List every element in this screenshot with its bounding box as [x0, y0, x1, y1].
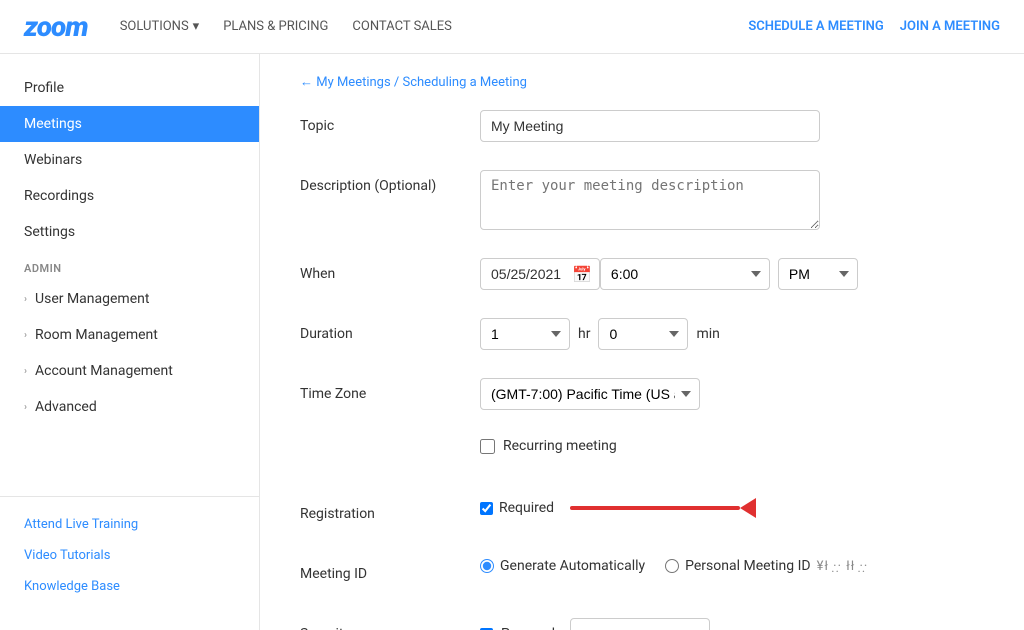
knowledge-base-link[interactable]: Knowledge Base [0, 571, 259, 602]
timezone-label: Time Zone [300, 378, 480, 402]
sidebar-item-recordings[interactable]: Recordings [0, 178, 259, 214]
sidebar-user-management[interactable]: › User Management [0, 281, 259, 317]
reg-required-group: Required [480, 500, 554, 516]
schedule-meeting-button[interactable]: SCHEDULE A MEETING [748, 19, 883, 34]
personal-id-masked: ¥ł ·̣·̣ łł ·̣·̣ [817, 559, 869, 574]
chevron-right-icon: › [24, 366, 27, 377]
calendar-icon[interactable]: 📅 [572, 265, 592, 284]
registration-required-checkbox[interactable] [480, 502, 493, 515]
chevron-right-icon: › [24, 294, 27, 305]
chevron-down-icon: ▾ [193, 19, 200, 34]
when-control: 📅 6:006:156:306:45 AMPM [480, 258, 984, 290]
red-arrow-annotation [570, 498, 770, 518]
personal-meeting-radio[interactable] [665, 559, 679, 573]
admin-section-label: ADMIN [0, 250, 259, 281]
registration-group: Required [480, 498, 984, 518]
min-label: min [696, 326, 719, 342]
registration-required-label[interactable]: Required [499, 500, 554, 516]
when-group: 📅 6:006:156:306:45 AMPM [480, 258, 984, 290]
passcode-label[interactable]: Passcode [501, 626, 562, 630]
description-control [480, 170, 984, 234]
timezone-control: (GMT-7:00) Pacific Time (US an [480, 378, 984, 410]
duration-group: 0123 hr 0153045 min [480, 318, 984, 350]
duration-row: Duration 0123 hr 0153045 min [300, 318, 984, 354]
arrow-head [740, 498, 756, 518]
duration-control: 0123 hr 0153045 min [480, 318, 984, 350]
recurring-row: Recurring meeting [300, 438, 984, 474]
arrow-line [570, 506, 740, 510]
meeting-id-group: Generate Automatically Personal Meeting … [480, 558, 984, 574]
breadcrumb[interactable]: ← My Meetings / Scheduling a Meeting [300, 74, 984, 90]
time-select[interactable]: 6:006:156:306:45 [600, 258, 770, 290]
topic-row: Topic [300, 110, 984, 146]
when-label: When [300, 258, 480, 282]
recurring-checkbox[interactable] [480, 439, 495, 454]
description-textarea[interactable] [480, 170, 820, 230]
recurring-group: Recurring meeting [480, 438, 984, 454]
join-meeting-button[interactable]: JOIN A MEETING [900, 19, 1000, 34]
security-row: Security Passcode Only users who have th… [300, 618, 984, 630]
sidebar-room-management[interactable]: › Room Management [0, 317, 259, 353]
topic-control [480, 110, 984, 142]
chevron-right-icon: › [24, 402, 27, 413]
ampm-select[interactable]: AMPM [778, 258, 858, 290]
duration-hr-select[interactable]: 0123 [480, 318, 570, 350]
personal-meeting-option[interactable]: Personal Meeting ID ¥ł ·̣·̣ łł ·̣·̣ [665, 558, 868, 574]
meeting-id-row: Meeting ID Generate Automatically Person… [300, 558, 984, 594]
meeting-id-label: Meeting ID [300, 558, 480, 582]
topic-label: Topic [300, 110, 480, 134]
security-group: Passcode Only users who have the invite … [480, 618, 984, 630]
sidebar-item-profile[interactable]: Profile [0, 70, 259, 106]
duration-min-select[interactable]: 0153045 [598, 318, 688, 350]
top-nav: zoom SOLUTIONS ▾ PLANS & PRICING CONTACT… [0, 0, 1024, 54]
sidebar-item-settings[interactable]: Settings [0, 214, 259, 250]
sidebar-bottom: Attend Live Training Video Tutorials Kno… [0, 496, 259, 614]
video-tutorials-link[interactable]: Video Tutorials [0, 540, 259, 571]
nav-right: SCHEDULE A MEETING JOIN A MEETING [748, 19, 1000, 34]
main-content: ← My Meetings / Scheduling a Meeting Top… [260, 54, 1024, 630]
timezone-row: Time Zone (GMT-7:00) Pacific Time (US an [300, 378, 984, 414]
security-control: Passcode Only users who have the invite … [480, 618, 984, 630]
security-label: Security [300, 618, 480, 630]
recurring-checkbox-label[interactable]: Recurring meeting [503, 438, 617, 454]
generate-auto-radio[interactable] [480, 559, 494, 573]
sidebar-item-webinars[interactable]: Webinars [0, 142, 259, 178]
sidebar-item-meetings[interactable]: Meetings [0, 106, 259, 142]
nav-plans[interactable]: PLANS & PRICING [223, 19, 328, 34]
nav-links: SOLUTIONS ▾ PLANS & PRICING CONTACT SALE… [120, 19, 749, 34]
description-label: Description (Optional) [300, 170, 480, 194]
attend-live-training-link[interactable]: Attend Live Training [0, 509, 259, 540]
main-layout: Profile Meetings Webinars Recordings Set… [0, 54, 1024, 630]
topic-input[interactable] [480, 110, 820, 142]
passcode-row: Passcode [480, 618, 984, 630]
sidebar: Profile Meetings Webinars Recordings Set… [0, 54, 260, 630]
passcode-input[interactable] [570, 618, 710, 630]
nav-solutions[interactable]: SOLUTIONS ▾ [120, 19, 200, 34]
recurring-control: Recurring meeting [480, 438, 984, 454]
chevron-right-icon: › [24, 330, 27, 341]
duration-label: Duration [300, 318, 480, 342]
timezone-select[interactable]: (GMT-7:00) Pacific Time (US an [480, 378, 700, 410]
registration-row: Registration Required [300, 498, 984, 534]
registration-label: Registration [300, 498, 480, 522]
sidebar-account-management[interactable]: › Account Management [0, 353, 259, 389]
hr-label: hr [578, 326, 590, 342]
sidebar-advanced[interactable]: › Advanced [0, 389, 259, 425]
registration-control: Required [480, 498, 984, 518]
recurring-label-spacer [300, 438, 480, 446]
zoom-logo[interactable]: zoom [24, 10, 88, 43]
generate-auto-option[interactable]: Generate Automatically [480, 558, 645, 574]
nav-contact[interactable]: CONTACT SALES [352, 19, 451, 34]
description-row: Description (Optional) [300, 170, 984, 234]
when-row: When 📅 6:006:156:306:45 AMPM [300, 258, 984, 294]
meeting-id-control: Generate Automatically Personal Meeting … [480, 558, 984, 574]
date-input-wrap: 📅 [480, 258, 592, 290]
